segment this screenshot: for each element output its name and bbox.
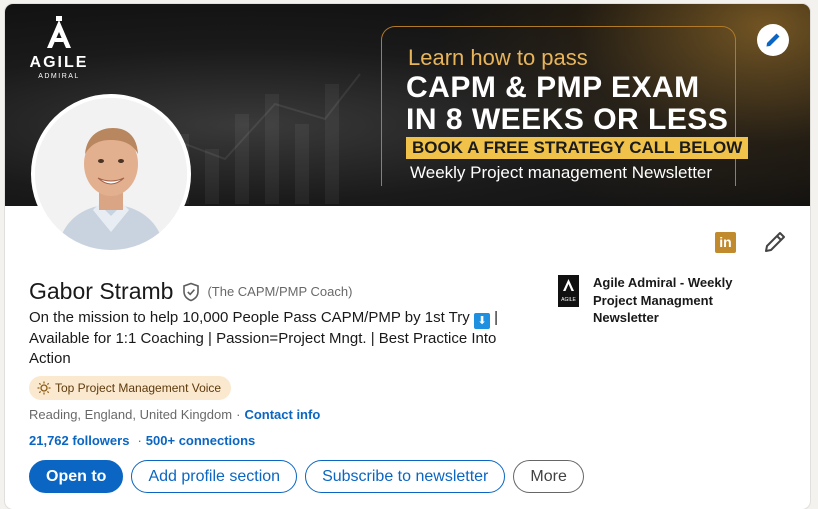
- profile-location: Reading, England, United Kingdom: [29, 407, 233, 422]
- location-row: Reading, England, United Kingdom · Contact…: [29, 407, 320, 422]
- open-to-button[interactable]: Open to: [29, 460, 124, 493]
- banner-promo: Learn how to pass CAPM & PMP EXAM IN 8 W…: [381, 26, 749, 186]
- promo-line-3: IN 8 WEEKS OR LESS: [406, 103, 729, 136]
- badge-label: Top Project Management Voice: [55, 381, 222, 395]
- connections-separator: ·: [137, 433, 142, 448]
- subscribe-newsletter-button[interactable]: Subscribe to newsletter: [305, 460, 506, 493]
- verified-shield-icon[interactable]: [181, 282, 201, 302]
- name-row: Gabor Stramb (The CAPM/PMP Coach): [29, 278, 352, 305]
- profile-card: AGILE ADMIRAL Learn how to pass CAPM & P…: [5, 4, 810, 509]
- profile-name: Gabor Stramb: [29, 278, 174, 304]
- add-profile-section-button[interactable]: Add profile section: [131, 460, 298, 493]
- company-logo-text: AGILE: [561, 297, 576, 303]
- logo-word: AGILE: [29, 54, 89, 71]
- down-arrow-emoji-icon: ⬇: [473, 313, 490, 329]
- connections-row: 21,762 followers · 500+ connections: [29, 433, 255, 448]
- agile-admiral-logo: AGILE ADMIRAL: [19, 16, 99, 80]
- more-button[interactable]: More: [513, 460, 584, 493]
- contact-info-link[interactable]: Contact info: [244, 407, 320, 422]
- company-name: Agile Admiral - Weekly Project Managment…: [593, 275, 733, 325]
- admiral-emblem-icon: AGILE: [558, 275, 579, 307]
- edit-intro-pencil-icon[interactable]: [763, 230, 787, 254]
- connections-link[interactable]: 500+ connections: [146, 433, 255, 448]
- linkedin-icon[interactable]: in: [715, 232, 736, 253]
- company-logo: AGILE: [558, 275, 579, 307]
- promo-cta: BOOK A FREE STRATEGY CALL BELOW: [406, 137, 749, 159]
- pencil-icon: [766, 33, 780, 47]
- headline-text-1: On the mission to help 10,000 People Pas…: [29, 309, 470, 326]
- profile-avatar[interactable]: [31, 94, 191, 254]
- promo-line-1: Learn how to pass: [408, 45, 588, 70]
- profile-pronoun: (The CAPM/PMP Coach): [207, 284, 353, 299]
- logo-subtitle: ADMIRAL: [38, 73, 80, 80]
- avatar-photo: [35, 98, 187, 250]
- profile-headline: On the mission to help 10,000 People Pas…: [29, 308, 529, 369]
- promo-line-5: Weekly Project management Newsletter: [410, 163, 713, 182]
- admiral-emblem-icon: [47, 16, 71, 48]
- location-separator: ·: [236, 407, 241, 422]
- followers-link[interactable]: 21,762 followers: [29, 433, 129, 448]
- profile-actions: Open to Add profile section Subscribe to…: [29, 460, 584, 493]
- lightbulb-icon: [37, 381, 51, 395]
- featured-company[interactable]: AGILE Agile Admiral - Weekly Project Man…: [558, 274, 763, 327]
- top-voice-badge[interactable]: Top Project Management Voice: [29, 376, 232, 400]
- edit-banner-button[interactable]: [757, 24, 789, 56]
- promo-line-2: CAPM & PMP EXAM: [406, 71, 700, 104]
